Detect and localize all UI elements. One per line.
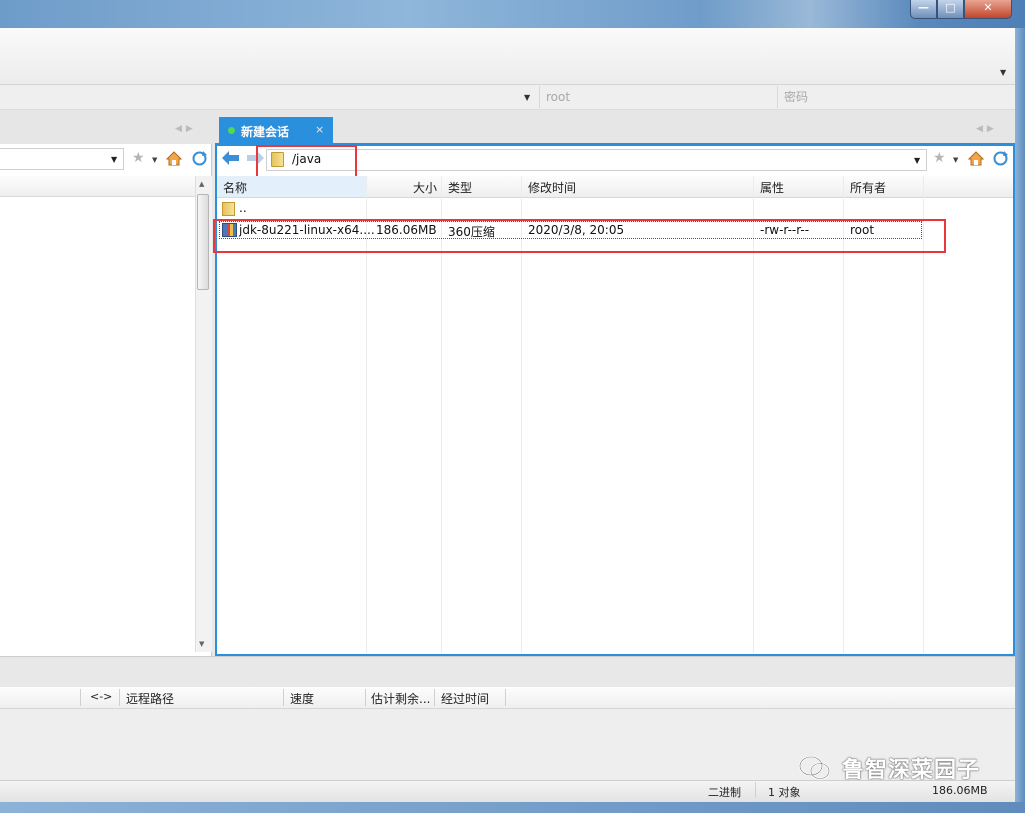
tab-new-session[interactable]: 新建会话 ×: [219, 117, 333, 144]
column-name[interactable]: 名称: [223, 179, 247, 196]
window-frame-bottom: [0, 802, 1025, 813]
column-attributes[interactable]: 属性: [760, 179, 784, 196]
column-size[interactable]: 大小: [413, 179, 437, 196]
status-divider: [755, 782, 756, 798]
remote-favorite-chevron-icon[interactable]: ▼: [953, 156, 958, 164]
column-modified[interactable]: 修改时间: [528, 179, 576, 196]
transfer-col-elapsed[interactable]: 经过时间: [441, 690, 489, 707]
username-field[interactable]: root: [539, 86, 776, 108]
column-divider: [119, 689, 120, 706]
remote-refresh-icon[interactable]: [992, 150, 1009, 167]
toolbar: [0, 28, 1015, 85]
path-highlight-box: [256, 145, 357, 180]
local-refresh-icon[interactable]: [191, 150, 208, 167]
column-type[interactable]: 类型: [448, 179, 472, 196]
transfer-col-direction[interactable]: <->: [90, 690, 112, 703]
list-item-parent[interactable]: ..: [217, 199, 417, 219]
row-highlight-box: [213, 219, 946, 253]
remote-home-icon[interactable]: [968, 151, 984, 166]
scroll-up-icon[interactable]: ▲: [199, 180, 204, 188]
toolbar-chevron-down-icon[interactable]: ▼: [1000, 68, 1006, 77]
remote-path-input[interactable]: [266, 149, 927, 171]
tab-row: [0, 110, 1015, 144]
maximize-button[interactable]: □: [937, 0, 964, 19]
transfer-col-remaining[interactable]: 估计剩余...: [371, 690, 430, 707]
title-bar: [0, 0, 1025, 28]
status-object-count: 1 对象: [768, 786, 801, 799]
local-file-pane[interactable]: [0, 144, 212, 656]
column-divider: [434, 689, 435, 706]
right-tab-scroll-arrows-icon[interactable]: ◀▶: [976, 124, 998, 134]
scroll-down-icon[interactable]: ▼: [199, 640, 204, 648]
local-path-chevron-down-icon[interactable]: ▼: [111, 155, 117, 164]
local-favorite-star-icon[interactable]: ★: [132, 150, 145, 166]
local-favorite-chevron-icon[interactable]: ▼: [152, 156, 157, 164]
close-button[interactable]: ✕: [964, 0, 1012, 19]
column-divider: [80, 689, 81, 706]
tab-label: 新建会话: [241, 125, 290, 139]
local-home-icon[interactable]: [166, 151, 182, 166]
transfer-col-remote-path[interactable]: 远程路径: [126, 690, 174, 707]
column-owner[interactable]: 所有者: [850, 179, 886, 196]
transfer-col-speed[interactable]: 速度: [290, 690, 314, 707]
tab-close-icon[interactable]: ×: [315, 123, 324, 136]
transfer-toolbar: [0, 656, 1015, 688]
remote-favorite-star-icon[interactable]: ★: [933, 150, 946, 166]
column-divider: [505, 689, 506, 706]
left-tab-scroll-arrows-icon[interactable]: ◀▶: [175, 124, 197, 134]
column-divider: [365, 689, 366, 706]
status-bar: [0, 780, 1015, 803]
password-field[interactable]: 密码: [777, 86, 1015, 108]
status-transfer-mode: 二进制: [708, 786, 741, 799]
local-scrollbar-thumb[interactable]: [197, 194, 209, 290]
status-total-size: 186.06MB: [932, 784, 988, 797]
wechat-icon: [799, 756, 830, 780]
minimize-button[interactable]: —: [910, 0, 937, 19]
column-divider: [283, 689, 284, 706]
window-frame-right: [1015, 28, 1025, 813]
remote-path-chevron-down-icon[interactable]: ▼: [914, 156, 920, 165]
file-name: ..: [239, 201, 247, 215]
back-arrow-icon[interactable]: [222, 151, 239, 165]
session-status-dot-icon: [228, 127, 235, 134]
host-dropdown-chevron-icon[interactable]: ▼: [524, 93, 530, 102]
local-path-input[interactable]: [0, 148, 124, 170]
folder-icon: [222, 202, 235, 216]
local-list-header: [0, 176, 196, 197]
